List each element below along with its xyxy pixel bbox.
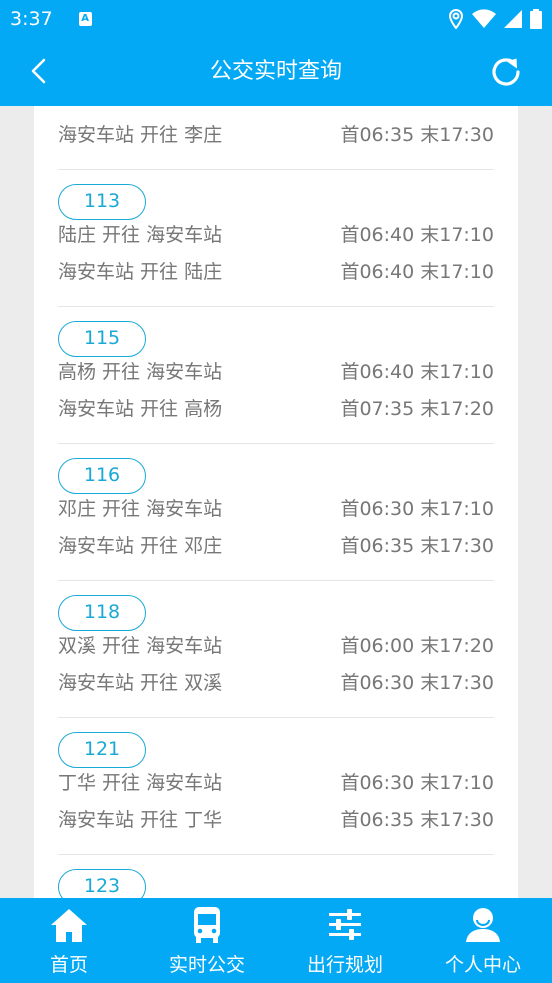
route-direction-row[interactable]: 双溪 开往 海安车站 首06:00 末17:20 (58, 632, 494, 657)
direction-name: 海安车站 开往 丁华 (58, 808, 223, 831)
direction-name: 邓庄 开往 海安车站 (58, 497, 223, 520)
route-direction-row[interactable]: 海安车站 开往 高杨 首07:35 末17:20 (58, 395, 494, 420)
page-title: 公交实时查询 (209, 59, 342, 84)
service-hours: 首06:40 末17:10 (340, 360, 494, 383)
app-bar: 公交实时查询 (0, 37, 552, 106)
battery-icon (530, 8, 542, 29)
route-direction-row[interactable]: 陆庄 开往 海安车站 首06:40 末17:10 (58, 221, 494, 246)
home-icon (51, 909, 87, 942)
bottom-nav: 首页 实时公交 出行规划 个人中心 (0, 898, 552, 983)
route-direction-row[interactable]: 丁华 开往 海安车站 首06:30 末17:10 (58, 769, 494, 794)
direction-name: 陆庄 开往 海安车站 (58, 223, 223, 246)
route-number-badge[interactable]: 115 (58, 321, 146, 357)
route-direction-row[interactable]: 海安车站 开往 丁华 首06:35 末17:30 (58, 806, 494, 831)
nav-personal-center[interactable]: 个人中心 (414, 898, 552, 983)
route-item[interactable]: 121 丁华 开往 海安车站 首06:30 末17:10 海安车站 开往 丁华 首06:… (58, 718, 494, 855)
route-item[interactable]: 海安车站 开往 李庄 首06:35 末17:30 (58, 106, 494, 170)
route-item[interactable]: 118 双溪 开往 海安车站 首06:00 末17:20 海安车站 开往 双溪 首06:… (58, 581, 494, 718)
direction-name: 海安车站 开往 双溪 (58, 671, 223, 694)
route-number-badge[interactable]: 121 (58, 732, 146, 768)
route-direction-row[interactable]: 海安车站 开往 双溪 首06:30 末17:30 (58, 669, 494, 694)
service-hours: 首06:40 末17:10 (340, 260, 494, 283)
route-direction-row[interactable]: 海安车站 开往 李庄 首06:35 末17:30 (58, 121, 494, 146)
nav-trip-planning-label: 出行规划 (306, 954, 383, 976)
nav-home[interactable]: 首页 (0, 898, 138, 983)
route-direction-row[interactable]: 邓庄 开往 海安车站 首06:30 末17:10 (58, 495, 494, 520)
nav-home-label: 首页 (49, 954, 88, 976)
service-hours: 首06:30 末17:30 (340, 671, 494, 694)
direction-name: 海安车站 开往 邓庄 (58, 534, 223, 557)
service-hours: 首06:35 末17:30 (340, 534, 494, 557)
route-direction-row[interactable]: 高杨 开往 海安车站 首06:40 末17:10 (58, 358, 494, 383)
wifi-icon (472, 8, 496, 28)
service-hours: 首06:00 末17:20 (340, 634, 494, 657)
route-item[interactable]: 113 陆庄 开往 海安车站 首06:40 末17:10 海安车站 开往 陆庄 首06:… (58, 170, 494, 307)
route-direction-row[interactable]: 海安车站 开往 陆庄 首06:40 末17:10 (58, 258, 494, 283)
direction-name: 高杨 开往 海安车站 (58, 360, 223, 383)
direction-name: 海安车站 开往 陆庄 (58, 260, 223, 283)
status-time: 3:37 (10, 7, 53, 30)
route-number-badge[interactable]: 116 (58, 458, 146, 494)
service-hours: 首06:35 末17:30 (340, 808, 494, 831)
service-hours: 首07:35 末17:20 (340, 397, 494, 420)
status-bar: 3:37 A (0, 0, 552, 37)
route-card: 海安车站 开往 李庄 首06:35 末17:30 113 陆庄 开往 海安车站 首06:… (34, 106, 518, 898)
refresh-icon[interactable] (486, 52, 526, 92)
service-hours: 首06:30 末17:10 (340, 497, 494, 520)
nav-realtime-bus[interactable]: 实时公交 (138, 898, 276, 983)
route-number-badge[interactable]: 113 (58, 184, 146, 220)
nav-trip-planning[interactable]: 出行规划 (276, 898, 414, 983)
route-list: 海安车站 开往 李庄 首06:35 末17:30 113 陆庄 开往 海安车站 首06:… (34, 106, 518, 898)
nav-personal-center-label: 个人中心 (444, 954, 521, 976)
nav-realtime-bus-label: 实时公交 (168, 954, 245, 976)
direction-name: 丁华 开往 海安车站 (58, 771, 223, 794)
direction-name: 海安车站 开往 李庄 (58, 123, 223, 146)
service-hours: 首06:35 末17:30 (340, 123, 494, 146)
route-item[interactable]: 116 邓庄 开往 海安车站 首06:30 末17:10 海安车站 开往 邓庄 首06:… (58, 444, 494, 581)
route-number-badge[interactable]: 118 (58, 595, 146, 631)
signal-icon (504, 9, 522, 28)
direction-name: 双溪 开往 海安车站 (58, 634, 223, 657)
location-icon (448, 8, 464, 29)
direction-name: 海安车站 开往 高杨 (58, 397, 223, 420)
user-icon (466, 908, 500, 942)
sliders-icon (329, 909, 361, 940)
route-item[interactable]: 123马舍回车场 开往 海安车站首06:40 末17:00 (58, 855, 494, 898)
route-scroll-area[interactable]: 海安车站 开往 李庄 首06:35 末17:30 113 陆庄 开往 海安车站 首06:… (0, 106, 552, 898)
bus-icon (194, 907, 220, 943)
route-number-badge[interactable]: 123 (58, 869, 146, 898)
notification-a-icon: A (78, 11, 92, 26)
service-hours: 首06:30 末17:10 (340, 771, 494, 794)
status-icons (448, 8, 542, 29)
service-hours: 首06:40 末17:10 (340, 223, 494, 246)
route-direction-row[interactable]: 海安车站 开往 邓庄 首06:35 末17:30 (58, 532, 494, 557)
route-item[interactable]: 115 高杨 开往 海安车站 首06:40 末17:10 海安车站 开往 高杨 首07:… (58, 307, 494, 444)
